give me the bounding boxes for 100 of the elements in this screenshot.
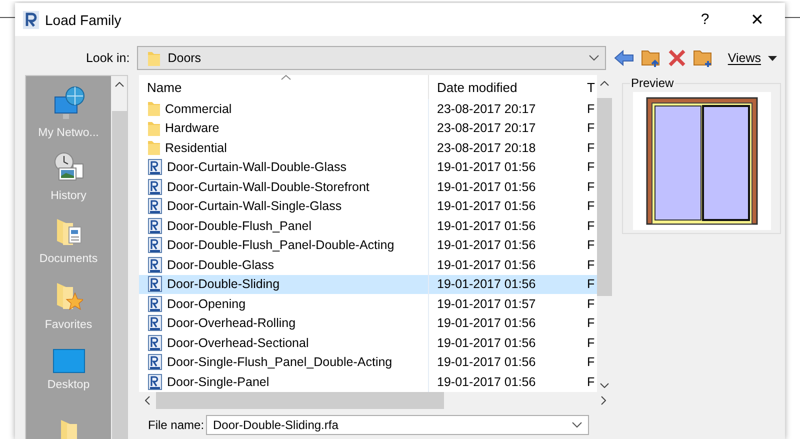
- date-cell: 19-01-2017 01:56: [428, 314, 581, 333]
- folder-icon: [148, 120, 160, 136]
- family-file-icon: [148, 315, 162, 332]
- file-name: Door-Opening: [167, 296, 246, 311]
- date-cell: 19-01-2017 01:56: [428, 352, 581, 372]
- file-row[interactable]: Residential 23-08-2017 20:18 F: [139, 138, 597, 158]
- type-cell-text: F: [586, 296, 596, 313]
- date-cell: 19-01-2017 01:56: [428, 177, 581, 196]
- type-cell-text: F: [586, 256, 596, 274]
- column-header[interactable]: T: [581, 75, 597, 99]
- file-name: Residential: [165, 140, 227, 155]
- type-cell-text: F: [586, 334, 596, 352]
- file-row[interactable]: Door-Overhead-Rolling 19-01-2017 01:56 F: [139, 314, 597, 333]
- family-file-icon: [148, 296, 162, 312]
- file-name: Door-Curtain-Wall-Double-Storefront: [167, 180, 370, 194]
- date-cell: 19-01-2017 01:56: [428, 333, 581, 352]
- scroll-up-icon[interactable]: [600, 81, 609, 86]
- date-cell: 19-01-2017 01:56: [428, 236, 581, 255]
- chevron-down-icon: [572, 422, 582, 428]
- family-file-icon: [148, 334, 162, 351]
- file-row[interactable]: Door-Curtain-Wall-Double-Storefront 19-01-2017 01:56 F: [139, 177, 597, 196]
- date-cell: 23-08-2017 20:18: [428, 138, 581, 158]
- folder-icon: [148, 101, 160, 116]
- views-menu-button[interactable]: Views: [720, 51, 761, 65]
- type-cell-text: F: [586, 354, 596, 372]
- preview-label: Preview: [630, 76, 675, 90]
- file-name: Door-Overhead-Rolling: [167, 316, 296, 330]
- file-name: Door-Double-Sliding: [167, 277, 280, 292]
- look-in-dropdown[interactable]: Doors: [136, 46, 606, 70]
- scroll-down-icon[interactable]: [600, 383, 609, 388]
- family-file-icon: [148, 354, 162, 370]
- delete-x-icon[interactable]: [668, 49, 686, 67]
- file-name-field[interactable]: Door-Double-Sliding.rfa: [206, 415, 589, 435]
- column-header[interactable]: Name: [139, 75, 428, 99]
- type-cell-text: F: [586, 100, 596, 118]
- family-file-icon: [148, 374, 162, 390]
- date-cell: 23-08-2017 20:17: [428, 118, 581, 138]
- close-button[interactable]: ✕: [729, 3, 785, 36]
- file-row[interactable]: Door-Double-Flush_Panel-Double-Acting 19-01-2017 01:56 F: [139, 236, 597, 255]
- type-cell-text: F: [586, 218, 596, 235]
- type-cell-text: F: [586, 198, 596, 216]
- file-row[interactable]: Door-Curtain-Wall-Double-Glass 19-01-2017 01:56 F: [139, 158, 597, 177]
- app-logo-icon: [23, 10, 39, 28]
- folder-star-icon: [54, 280, 82, 313]
- file-name: Hardware: [165, 121, 220, 136]
- file-row[interactable]: Commercial 23-08-2017 20:17 F: [139, 99, 597, 118]
- column-header[interactable]: Date modified: [428, 75, 581, 99]
- date-cell: 23-08-2017 20:17: [428, 99, 581, 118]
- folder-icon: [148, 50, 160, 66]
- help-button[interactable]: ?: [681, 3, 729, 36]
- type-cell-text: F: [586, 120, 596, 138]
- file-name-label: File name:: [148, 418, 206, 432]
- scroll-up-icon[interactable]: [114, 82, 124, 87]
- family-file-icon: [148, 178, 162, 195]
- folder-document-icon: [54, 217, 82, 248]
- look-in-label: Look in:: [84, 51, 131, 65]
- file-name: Door-Double-Flush_Panel-Double-Acting: [167, 238, 394, 252]
- type-cell-text: F: [586, 315, 596, 332]
- file-row[interactable]: Door-Double-Sliding 19-01-2017 01:56 F: [139, 274, 597, 294]
- file-name: Door-Double-Glass: [167, 258, 274, 272]
- folder-up-icon[interactable]: [640, 48, 661, 68]
- scroll-left-icon[interactable]: [145, 396, 150, 405]
- family-file-icon: [148, 256, 162, 273]
- family-file-icon: [148, 159, 162, 176]
- chevron-down-icon: [588, 55, 599, 61]
- type-cell-text: F: [586, 159, 596, 176]
- date-cell: 19-01-2017 01:56: [428, 216, 581, 236]
- type-cell-text: F: [586, 237, 596, 254]
- file-name: Door-Curtain-Wall-Double-Glass: [167, 160, 346, 174]
- scroll-right-icon[interactable]: [601, 396, 606, 405]
- scrollbar-thumb[interactable]: [597, 98, 612, 296]
- file-name: Door-Single-Flush_Panel_Double-Acting: [167, 355, 392, 370]
- sort-caret-icon: [281, 75, 291, 80]
- type-cell-text: F: [586, 140, 596, 157]
- scrollbar-thumb[interactable]: [156, 392, 444, 409]
- file-row[interactable]: Door-Opening 19-01-2017 01:57 F: [139, 294, 597, 314]
- family-file-icon: [148, 276, 162, 292]
- scrollbar-thumb[interactable]: [112, 111, 126, 439]
- window-title: Load Family: [45, 12, 122, 28]
- file-row[interactable]: Hardware 23-08-2017 20:17 F: [139, 118, 597, 138]
- type-cell-text: F: [586, 374, 596, 391]
- file-name: Door-Single-Panel: [167, 374, 270, 389]
- folder-icon: [148, 140, 160, 156]
- back-arrow-icon[interactable]: [614, 50, 634, 66]
- new-folder-icon[interactable]: [692, 48, 713, 68]
- caret-icon[interactable]: [768, 56, 777, 60]
- file-name: Commercial: [165, 102, 232, 116]
- file-name: Door-Overhead-Sectional: [167, 336, 309, 350]
- file-row[interactable]: Door-Overhead-Sectional 19-01-2017 01:56 F: [139, 333, 597, 352]
- file-name: Door-Curtain-Wall-Single-Glass: [167, 199, 342, 214]
- type-cell-text: F: [586, 178, 596, 196]
- family-file-icon: [148, 237, 162, 254]
- family-file-icon: [148, 198, 162, 214]
- date-cell: 19-01-2017 01:56: [428, 274, 581, 294]
- file-row[interactable]: Door-Single-Flush_Panel_Double-Acting 19-01-2017 01:56 F: [139, 352, 597, 372]
- desktop-monitor-icon: [52, 349, 84, 374]
- file-row[interactable]: Door-Curtain-Wall-Single-Glass 19-01-2017 01:56 F: [139, 196, 597, 216]
- date-cell: 19-01-2017 01:56: [428, 196, 581, 216]
- file-row[interactable]: Door-Double-Flush_Panel 19-01-2017 01:56 F: [139, 216, 597, 236]
- family-file-icon: [148, 218, 162, 234]
